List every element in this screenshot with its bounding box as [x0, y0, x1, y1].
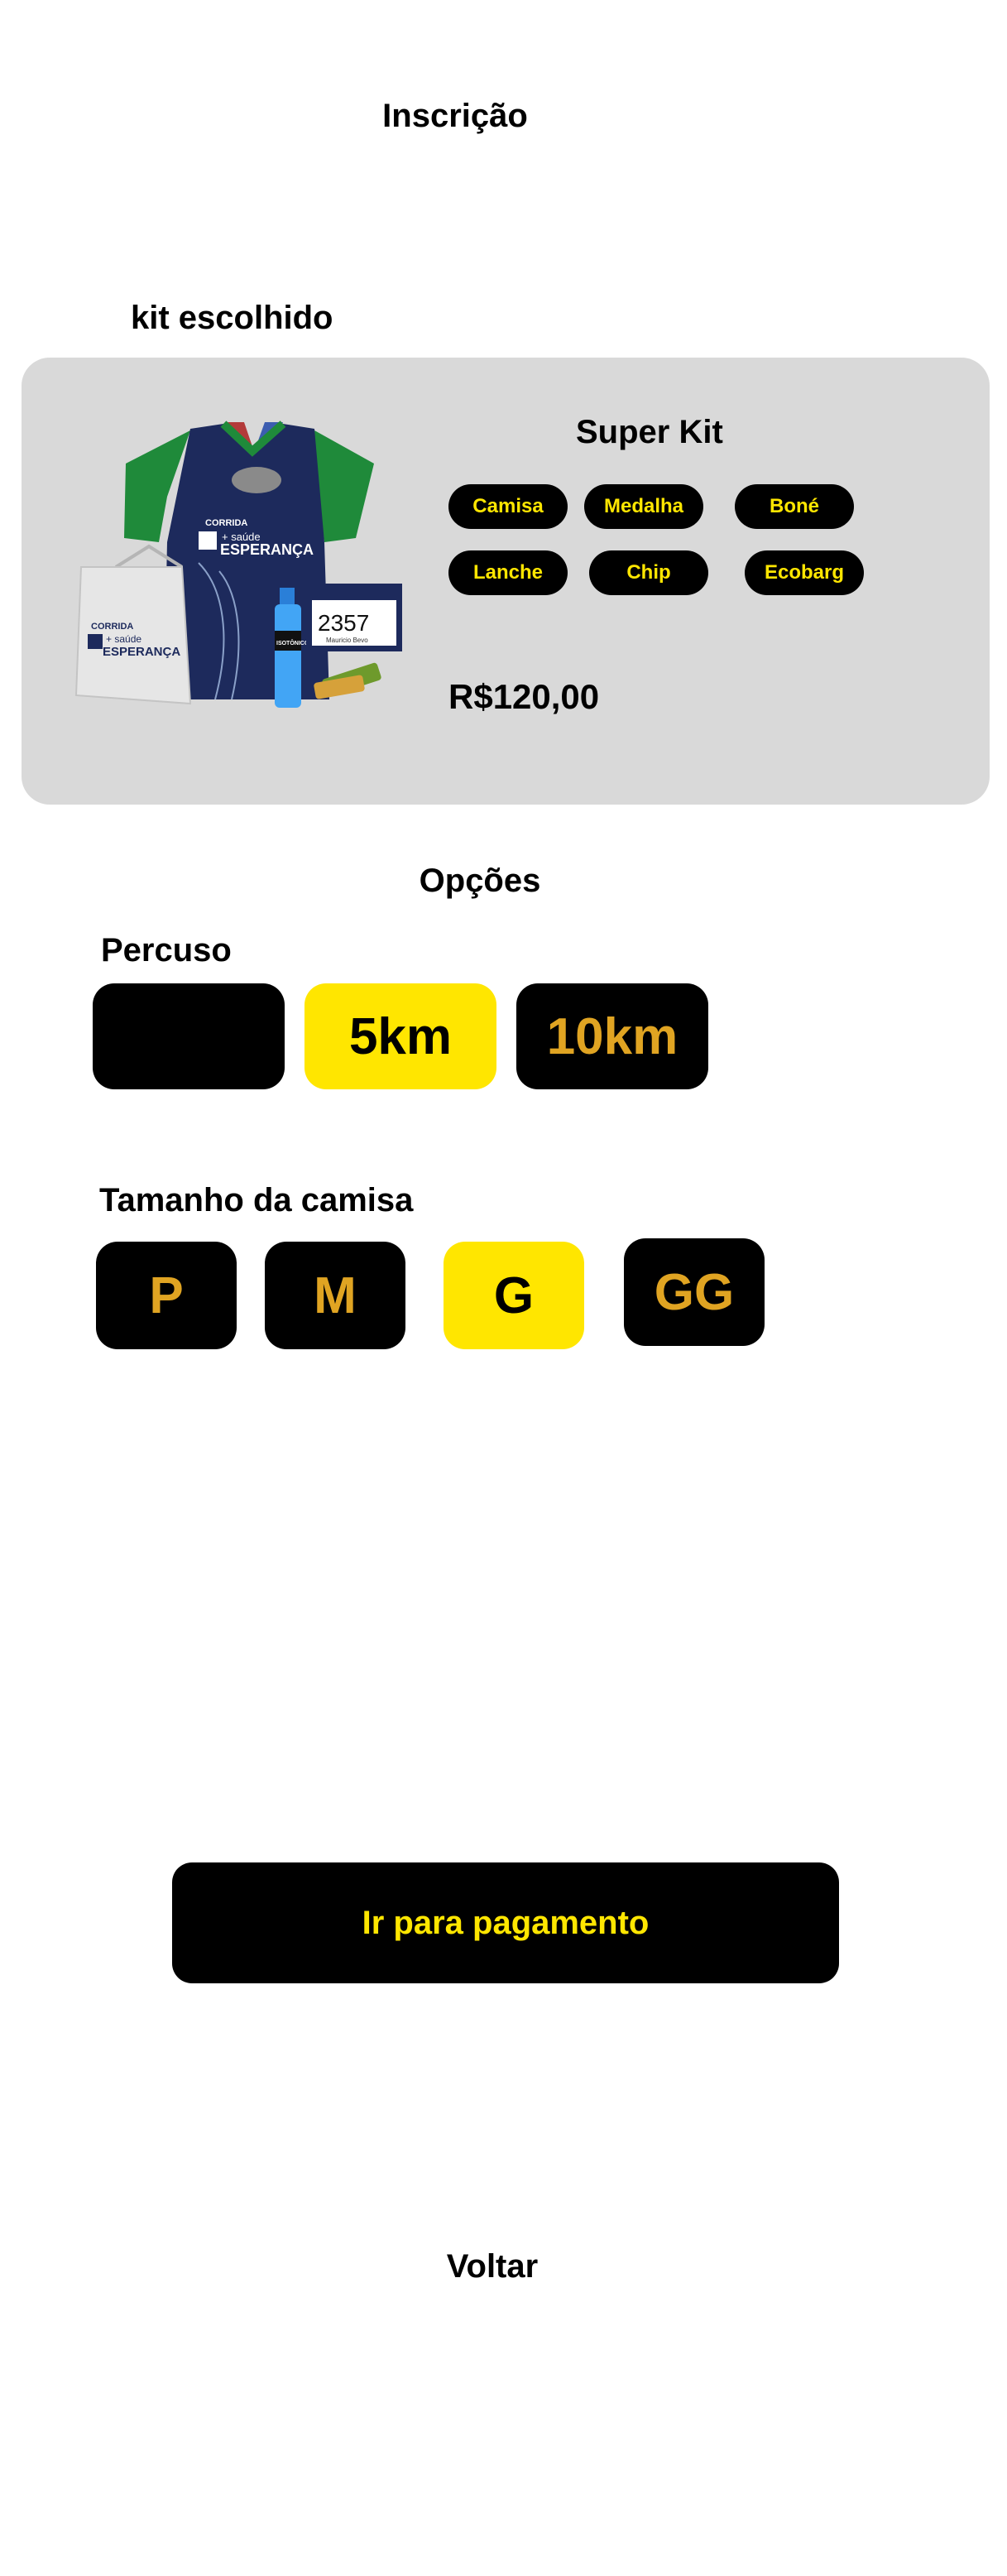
bottle-cap [280, 588, 295, 604]
kit-item-bone: Boné [735, 484, 854, 529]
shirt-size-label: Tamanho da camisa [99, 1182, 414, 1218]
shirt-cross-logo [199, 531, 217, 550]
kit-item-camisa: Camisa [448, 484, 568, 529]
isotonic-bottle [275, 604, 301, 708]
go-to-payment-button[interactable]: Ir para pagamento [172, 1862, 839, 1983]
bag-print-line: ESPERANÇA [103, 645, 180, 659]
kit-item-medalha: Medalha [584, 484, 703, 529]
shirt-sleeve [314, 430, 374, 542]
back-link[interactable]: Voltar [0, 2248, 985, 2285]
shirt-print-line: CORRIDA [205, 518, 247, 528]
bag-print-line: + saúde [106, 633, 141, 645]
kit-name: Super Kit [576, 414, 723, 450]
route-option-10km[interactable]: 10km [516, 983, 708, 1089]
bottle-label-text: ISOTÔNICO [276, 639, 309, 646]
kit-image: CORRIDA + saúde ESPERANÇA CORRIDA + saúd… [74, 421, 402, 708]
shirt-size-m[interactable]: M [265, 1242, 405, 1349]
page-title: Inscrição [382, 98, 528, 134]
kit-item-ecobarg: Ecobarg [745, 550, 864, 595]
bib-number: 2357 [318, 610, 369, 636]
bib-name: Mauricio Bevo [326, 637, 368, 644]
bag-print-line: CORRIDA [91, 622, 133, 632]
chosen-kit-label: kit escolhido [131, 300, 333, 336]
route-option-blank[interactable] [93, 983, 285, 1089]
medal [232, 467, 281, 493]
shirt-size-p[interactable]: P [96, 1242, 237, 1349]
route-label: Percuso [101, 932, 232, 968]
kit-item-chip: Chip [589, 550, 708, 595]
bag-cross-logo [88, 634, 103, 649]
route-option-5km[interactable]: 5km [304, 983, 496, 1089]
shirt [164, 424, 329, 699]
shirt-size-g[interactable]: G [444, 1242, 584, 1349]
kit-price: R$120,00 [448, 677, 600, 716]
options-title: Opções [419, 863, 541, 899]
shirt-size-gg[interactable]: GG [624, 1238, 765, 1346]
kit-item-lanche: Lanche [448, 550, 568, 595]
shirt-print-line: ESPERANÇA [220, 541, 314, 558]
